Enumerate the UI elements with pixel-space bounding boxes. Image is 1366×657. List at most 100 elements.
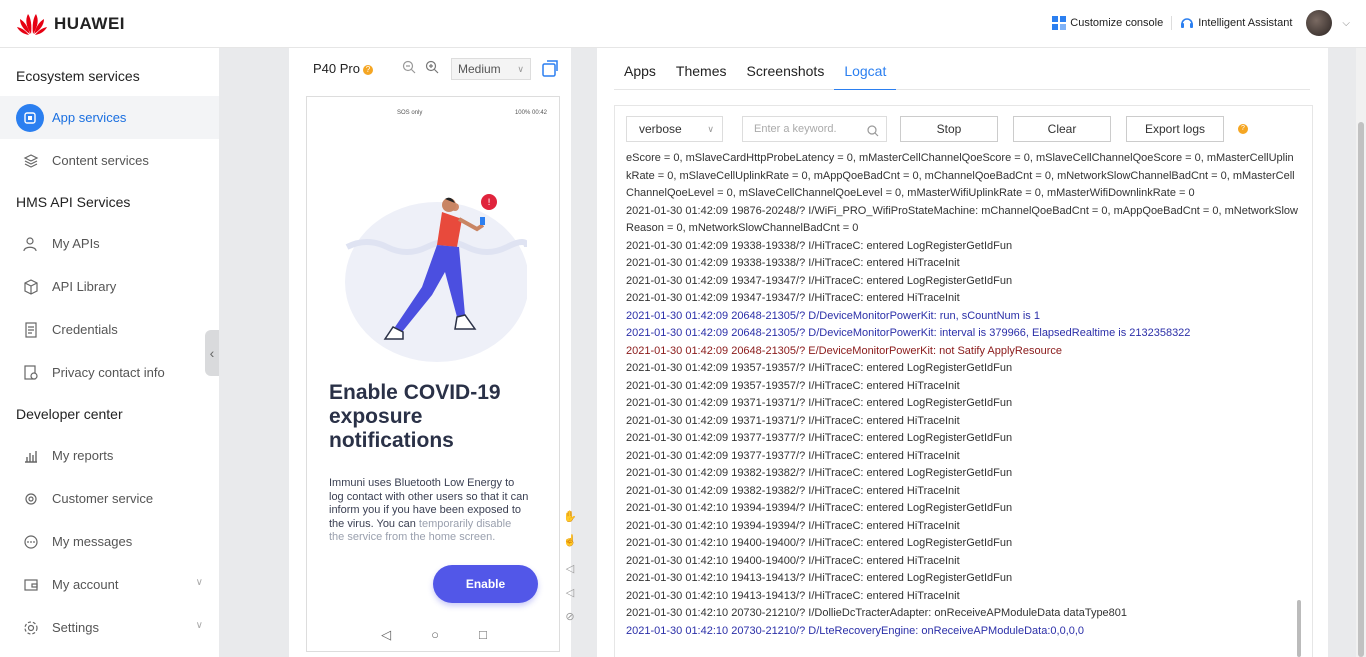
sidebar-section-developer: Developer center — [16, 406, 123, 422]
sidebar-item-label: API Library — [52, 279, 117, 294]
phone-nav-bar: ◁ ○ □ — [307, 627, 559, 647]
customize-console-link[interactable]: Customize console — [1052, 16, 1163, 30]
sidebar-item-label: My account — [52, 577, 119, 592]
intelligent-assistant-link[interactable]: Intelligent Assistant — [1180, 16, 1292, 30]
log-line: eScore = 0, mSlaveCardHttpProbeLatency =… — [626, 152, 1295, 199]
help-icon[interactable]: ? — [1238, 124, 1248, 134]
message-icon — [22, 533, 40, 551]
log-line: 2021-01-30 01:42:10 20730-21210/? D/LteR… — [626, 624, 1085, 637]
wallet-icon — [22, 576, 40, 594]
log-search-placeholder: Enter a keyword. — [754, 123, 837, 135]
sidebar-item-my-apis[interactable]: My APIs — [0, 222, 219, 265]
sidebar-item-credentials[interactable]: Credentials — [0, 308, 219, 351]
tab-apps[interactable]: Apps — [614, 56, 666, 90]
tab-themes[interactable]: Themes — [666, 56, 737, 90]
log-line: 2021-01-30 01:42:09 19338-19338/? I/HiTr… — [626, 239, 1013, 252]
sidebar-item-my-account[interactable]: My account ∨ — [0, 563, 219, 606]
sidebar-item-label: Settings — [52, 620, 99, 635]
log-output[interactable]: eScore = 0, mSlaveCardHttpProbeLatency =… — [626, 150, 1298, 655]
sidebar-item-settings[interactable]: Settings ∨ — [0, 606, 219, 649]
log-search-input[interactable]: Enter a keyword. — [742, 116, 887, 142]
volume-up-icon[interactable]: ◁ — [563, 562, 577, 576]
huawei-flower-icon — [17, 14, 47, 35]
rotate-screen-icon[interactable] — [541, 60, 559, 78]
device-side-tools: ✋ ☝ ◁ ◁ ⊘ — [563, 510, 579, 634]
tools-panel: Apps Themes Screenshots Logcat verbose ∨… — [597, 48, 1328, 657]
log-line: 2021-01-30 01:42:09 19338-19338/? I/HiTr… — [626, 257, 960, 269]
intelligent-assistant-label: Intelligent Assistant — [1198, 17, 1293, 29]
sidebar-section-hms-api: HMS API Services — [16, 194, 131, 210]
tab-screenshots[interactable]: Screenshots — [737, 56, 835, 90]
log-line: 2021-01-30 01:42:09 20648-21305/? D/Devi… — [626, 327, 1191, 339]
sidebar-item-my-reports[interactable]: My reports — [0, 434, 219, 477]
page-scrollbar[interactable] — [1356, 48, 1366, 657]
top-header: HUAWEI Customize console Intelligent Ass… — [0, 0, 1366, 48]
brand-name: HUAWEI — [54, 14, 125, 33]
sidebar-collapse-handle[interactable]: ‹ — [205, 330, 219, 376]
log-line: 2021-01-30 01:42:09 20648-21305/? E/Devi… — [626, 344, 1062, 357]
log-line: 2021-01-30 01:42:10 19413-19413/? I/HiTr… — [626, 589, 960, 602]
log-level-select[interactable]: verbose ∨ — [626, 116, 723, 142]
device-toolbar: P40 Pro? Medium ∨ — [289, 58, 571, 82]
avatar[interactable] — [1306, 10, 1333, 36]
back-icon[interactable]: ◁ — [381, 627, 391, 647]
sidebar-item-label: Customer service — [52, 491, 154, 506]
device-name: P40 Pro? — [313, 61, 373, 76]
sidebar-item-label: My messages — [52, 534, 133, 549]
phone-screen[interactable]: SOS only 100% 00:42 ! Enable COVID-19 ex… — [306, 96, 560, 652]
export-logs-button[interactable]: Export logs — [1126, 116, 1224, 142]
sidebar-section-ecosystem: Ecosystem services — [16, 68, 140, 84]
stop-button[interactable]: Stop — [900, 116, 998, 142]
log-line: 2021-01-30 01:42:09 19347-19347/? I/HiTr… — [626, 292, 960, 304]
mute-icon[interactable]: ⊘ — [563, 610, 577, 624]
volume-down-icon[interactable]: ◁ — [563, 586, 577, 600]
log-line: 2021-01-30 01:42:09 19377-19377/? I/HiTr… — [626, 449, 960, 462]
sidebar-item-label: My APIs — [52, 236, 100, 251]
sidebar-item-label: App services — [52, 110, 127, 125]
log-line: 2021-01-30 01:42:09 19876-20248/? I/WiFi… — [626, 204, 1298, 235]
gear-icon — [22, 619, 40, 637]
person-illustration-icon: ! — [345, 194, 527, 362]
log-line: 2021-01-30 01:42:09 19347-19347/? I/HiTr… — [626, 274, 1013, 287]
size-select[interactable]: Medium ∨ — [451, 58, 531, 80]
sidebar-item-my-messages[interactable]: My messages — [0, 520, 219, 563]
status-right: 100% 00:42 — [514, 110, 547, 116]
recents-icon[interactable]: □ — [479, 627, 487, 647]
gesture-icon[interactable]: ☝ — [563, 534, 577, 548]
sidebar-item-customer-service[interactable]: Customer service — [0, 477, 219, 520]
log-level-value: verbose — [639, 122, 682, 136]
sidebar-item-api-library[interactable]: API Library — [0, 265, 219, 308]
zoom-in-icon[interactable] — [425, 60, 441, 76]
home-icon[interactable]: ○ — [431, 627, 439, 647]
sidebar-item-content-services[interactable]: Content services — [0, 139, 219, 182]
log-line: 2021-01-30 01:42:09 19382-19382/? I/HiTr… — [626, 467, 1013, 479]
bar-chart-icon — [22, 447, 40, 465]
tab-logcat[interactable]: Logcat — [834, 56, 897, 90]
log-line: 2021-01-30 01:42:10 19400-19400/? I/HiTr… — [626, 537, 1013, 549]
help-icon[interactable]: ? — [362, 64, 373, 75]
layers-icon — [22, 152, 40, 170]
zoom-out-icon[interactable] — [402, 60, 418, 76]
app-services-icon — [16, 103, 44, 132]
sidebar-item-privacy[interactable]: Privacy contact info — [0, 351, 219, 394]
grid-icon — [1052, 16, 1067, 30]
log-line: 2021-01-30 01:42:10 19394-19394/? I/HiTr… — [626, 519, 960, 532]
logcat-toolbar: verbose ∨ Enter a keyword. Stop Clear Ex… — [626, 116, 1306, 142]
chevron-down-icon: ∨ — [517, 64, 524, 74]
clear-button[interactable]: Clear — [1013, 116, 1111, 142]
headset-icon — [1181, 18, 1194, 28]
chevron-down-icon[interactable]: ⌵ — [1342, 18, 1350, 29]
sidebar-item-app-services[interactable]: App services — [0, 96, 219, 139]
chevron-down-icon: ∨ — [707, 124, 714, 134]
api-user-icon — [22, 235, 40, 253]
page-scrollbar-thumb[interactable] — [1358, 122, 1364, 657]
header-divider — [1171, 16, 1173, 30]
log-scrollbar[interactable] — [1297, 600, 1301, 657]
phone-status-bar: SOS only 100% 00:42 — [307, 110, 559, 120]
log-line: 2021-01-30 01:42:09 19371-19371/? I/HiTr… — [626, 397, 1013, 409]
huawei-logo[interactable]: HUAWEI — [16, 12, 125, 36]
enable-button[interactable]: Enable — [433, 565, 538, 603]
log-line: 2021-01-30 01:42:09 19377-19377/? I/HiTr… — [626, 432, 1013, 444]
privacy-icon — [22, 364, 40, 382]
hand-icon[interactable]: ✋ — [563, 510, 577, 524]
